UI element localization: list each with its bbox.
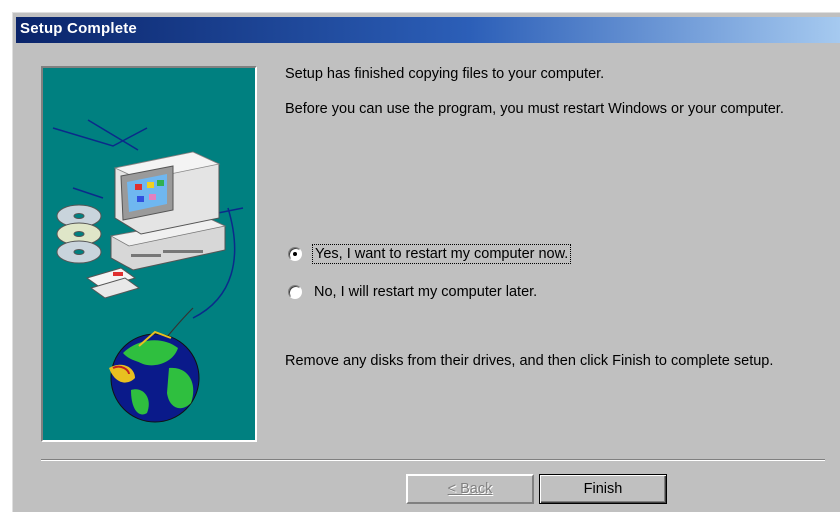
restart-now-label[interactable]: Yes, I want to restart my computer now. bbox=[312, 244, 572, 264]
restart-later-option[interactable]: No, I will restart my computer later. bbox=[288, 281, 539, 303]
divider bbox=[41, 459, 825, 461]
restart-message: Before you can use the program, you must… bbox=[285, 101, 784, 117]
back-button-label: < Back bbox=[447, 481, 493, 497]
radio-button-selected[interactable] bbox=[288, 247, 302, 261]
floppy-disk-icon bbox=[85, 267, 141, 299]
globe-icon bbox=[109, 330, 200, 423]
restart-later-label[interactable]: No, I will restart my computer later. bbox=[312, 283, 539, 301]
finish-button-label: Finish bbox=[583, 481, 623, 497]
computer-icon bbox=[109, 151, 227, 271]
network-line bbox=[72, 187, 104, 199]
restart-now-option[interactable]: Yes, I want to restart my computer now. bbox=[288, 243, 572, 265]
status-message: Setup has finished copying files to your… bbox=[285, 66, 605, 82]
finish-button[interactable]: Finish bbox=[539, 474, 667, 504]
setup-dialog: Setup Complete Setup has finished copyin… bbox=[12, 12, 840, 512]
setup-illustration bbox=[41, 66, 257, 442]
cd-icon bbox=[56, 204, 102, 264]
title-bar[interactable]: Setup Complete bbox=[16, 17, 840, 43]
radio-button[interactable] bbox=[288, 285, 302, 299]
window-title: Setup Complete bbox=[20, 20, 137, 37]
back-button[interactable]: < Back bbox=[406, 474, 534, 504]
network-line bbox=[52, 127, 148, 147]
finish-instruction: Remove any disks from their drives, and … bbox=[285, 353, 774, 369]
